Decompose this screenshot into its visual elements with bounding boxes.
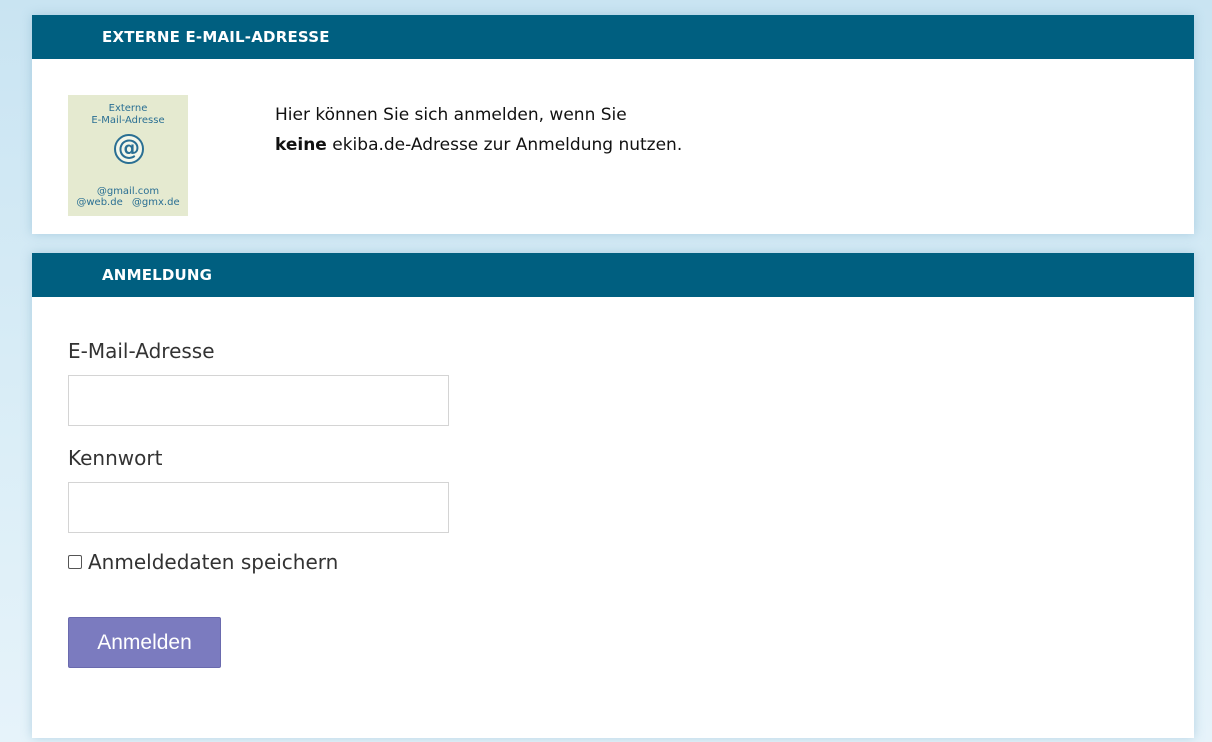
login-button[interactable]: Anmelden — [68, 617, 221, 668]
external-email-info: Hier können Sie sich anmelden, wenn Sie … — [275, 100, 682, 160]
remember-label: Anmeldedaten speichern — [88, 550, 339, 574]
at-sign-icon: @ — [114, 134, 144, 164]
external-email-panel: EXTERNE E-MAIL-ADRESSE Externe E-Mail-Ad… — [32, 15, 1194, 234]
logo-line-email-adresse: E-Mail-Adresse — [91, 115, 165, 126]
login-panel: ANMELDUNG E-Mail-Adresse Kennwort Anmeld… — [32, 253, 1194, 738]
logo-line-externe: Externe — [108, 103, 148, 114]
remember-login-option[interactable]: Anmeldedaten speichern — [68, 550, 338, 574]
info-line-2: keine ekiba.de-Adresse zur Anmeldung nut… — [275, 130, 682, 160]
password-field[interactable] — [68, 482, 449, 533]
email-field[interactable] — [68, 375, 449, 426]
remember-checkbox[interactable] — [68, 555, 82, 569]
info-line-1: Hier können Sie sich anmelden, wenn Sie — [275, 105, 627, 125]
logo-line-web-gmx: @web.de @gmx.de — [76, 197, 180, 208]
logo-line-gmail: @gmail.com — [96, 186, 160, 197]
password-label: Kennwort — [68, 446, 163, 470]
email-label: E-Mail-Adresse — [68, 339, 215, 363]
login-header: ANMELDUNG — [32, 253, 1194, 297]
external-email-header: EXTERNE E-MAIL-ADRESSE — [32, 15, 1194, 59]
info-keine: keine — [275, 135, 327, 155]
external-email-logo: Externe E-Mail-Adresse @ @gmail.com @web… — [68, 95, 188, 216]
info-line-2-rest: ekiba.de-Adresse zur Anmeldung nutzen. — [326, 135, 683, 155]
